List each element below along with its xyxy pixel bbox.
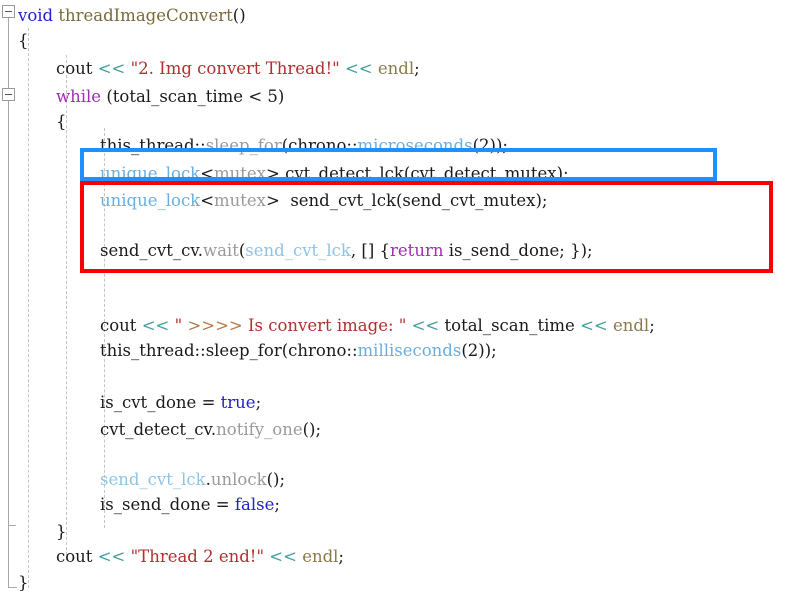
code-token: (2));: [472, 136, 508, 155]
code-token: endl: [612, 316, 650, 335]
code-token: while: [56, 87, 102, 106]
code-token: mutex: [214, 191, 266, 210]
code-token: <<: [344, 59, 373, 78]
code-line: }: [18, 570, 29, 595]
code-token: true: [220, 393, 256, 412]
code-token: <<: [141, 316, 170, 335]
code-token: unlock: [210, 470, 267, 489]
code-token: (2));: [461, 341, 497, 360]
code-token: "Thread 2 end!": [130, 547, 265, 566]
code-token: microseconds: [357, 136, 473, 155]
code-token: void: [18, 6, 54, 25]
code-token: ();: [266, 470, 286, 489]
code-token: <<: [269, 547, 297, 566]
code-token: <<: [97, 59, 126, 78]
code-line: cout << " >>>> Is convert image: " << to…: [100, 313, 655, 338]
code-token: cvt_detect_lck(cvt_detect_mutex);: [279, 164, 569, 183]
code-token: {: [56, 112, 67, 131]
code-line: cout << "Thread 2 end!" << endl;: [56, 544, 344, 569]
code-token: mutex: [214, 164, 266, 183]
code-token: is_send_done =: [100, 495, 235, 514]
code-token: cvt_detect_cv.: [100, 420, 217, 439]
code-token: ;: [338, 547, 344, 566]
code-token: wait: [202, 241, 239, 260]
code-line: }: [56, 519, 67, 544]
code-token: {: [18, 31, 29, 50]
code-line: unique_lock<mutex> cvt_detect_lck(cvt_de…: [100, 161, 569, 186]
code-token: >>>>: [187, 316, 243, 335]
code-token: is_cvt_done =: [100, 393, 221, 412]
code-token: ;: [414, 59, 420, 78]
code-token: this_thread::: [100, 341, 206, 360]
code-token: milliseconds: [357, 341, 462, 360]
code-line: this_thread::sleep_for(chrono::milliseco…: [100, 338, 497, 363]
code-token: send_cvt_lck: [245, 241, 351, 260]
code-token: }: [56, 522, 67, 541]
code-token: 5): [262, 87, 285, 106]
code-token: send_cvt_lck(send_cvt_mutex);: [279, 191, 548, 210]
code-token: endl: [302, 547, 339, 566]
code-token: threadImageConvert: [58, 6, 233, 25]
code-token: is_send_done; });: [443, 241, 593, 260]
code-token: endl: [377, 59, 415, 78]
code-line: while (total_scan_time < 5): [56, 84, 284, 109]
code-line: send_cvt_lck.unlock();: [100, 467, 285, 492]
code-token: Is convert image: ": [242, 316, 407, 335]
code-token: <: [200, 164, 215, 183]
code-token: sleep_for: [205, 136, 282, 155]
code-line: unique_lock<mutex> send_cvt_lck(send_cvt…: [100, 188, 547, 213]
code-line: this_thread::sleep_for(chrono::microseco…: [100, 133, 508, 158]
code-token: return: [390, 241, 444, 260]
code-token: cout: [56, 547, 98, 566]
code-token: cout: [100, 316, 142, 335]
code-token: ;: [255, 393, 262, 412]
code-text-area[interactable]: void threadImageConvert() { cout << "2. …: [0, 0, 811, 610]
code-token: this_thread::: [100, 136, 206, 155]
code-line: is_cvt_done = true;: [100, 390, 261, 415]
code-token: , [] {: [350, 241, 391, 260]
code-token: ": [174, 316, 188, 335]
code-line: {: [18, 28, 29, 53]
code-token: <: [200, 191, 215, 210]
code-token: send_cvt_lck: [100, 470, 206, 489]
code-token: cout: [56, 59, 98, 78]
code-line: send_cvt_cv.wait(send_cvt_lck, [] {retur…: [100, 238, 593, 263]
code-token: "2. Img convert Thread!": [130, 59, 340, 78]
code-line: void threadImageConvert(): [18, 3, 246, 28]
code-token: unique_lock: [100, 164, 201, 183]
code-token: unique_lock: [100, 191, 201, 210]
code-token: (total_scan_time: [101, 87, 249, 106]
code-token: sleep_for: [205, 341, 282, 360]
code-token: <<: [580, 316, 608, 335]
code-token: >: [266, 164, 280, 183]
code-token: ();: [302, 420, 322, 439]
code-token: }: [18, 573, 29, 592]
code-token: (chrono::: [281, 341, 358, 360]
code-token: notify_one: [216, 420, 303, 439]
code-line: is_send_done = false;: [100, 492, 280, 517]
code-line: cvt_detect_cv.notify_one();: [100, 417, 321, 442]
code-token: <: [248, 87, 263, 106]
code-token: <<: [411, 316, 440, 335]
code-token: total_scan_time: [439, 316, 581, 335]
code-token: send_cvt_cv.: [100, 241, 203, 260]
code-token: (): [232, 6, 246, 25]
code-token: <<: [97, 547, 126, 566]
code-token: (chrono::: [281, 136, 358, 155]
code-line: cout << "2. Img convert Thread!" << endl…: [56, 56, 420, 81]
code-token: ;: [649, 316, 655, 335]
code-token: >: [266, 191, 280, 210]
code-token: ;: [274, 495, 280, 514]
code-line: {: [56, 109, 67, 134]
code-editor-screenshot: void threadImageConvert() { cout << "2. …: [0, 0, 811, 610]
code-token: false: [234, 495, 275, 514]
